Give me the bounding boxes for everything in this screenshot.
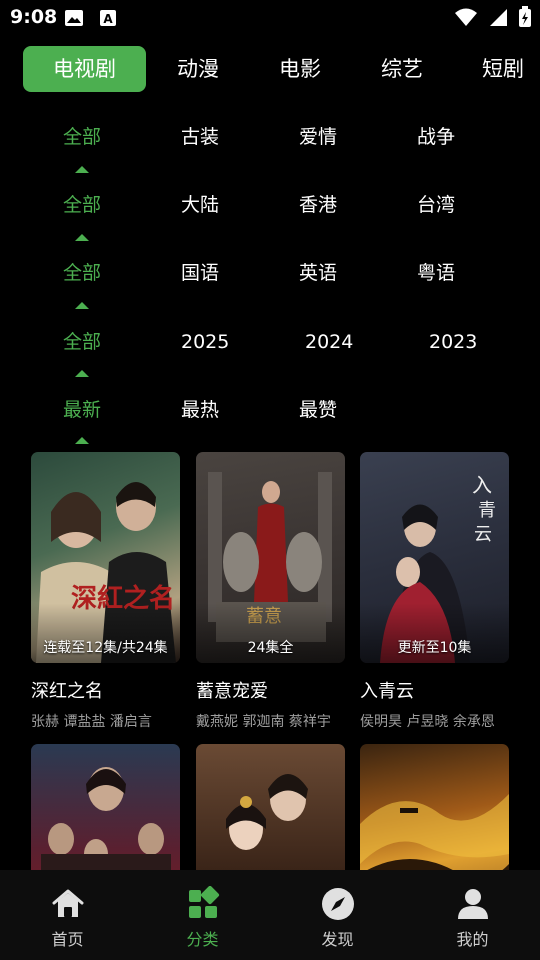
image-icon bbox=[65, 10, 83, 26]
filter-option[interactable]: 国语 bbox=[181, 256, 219, 290]
filter-option-selected[interactable]: 全部 bbox=[63, 256, 101, 290]
svg-text:云: 云 bbox=[474, 524, 492, 545]
tab-tv-series[interactable]: 电视剧 bbox=[23, 46, 146, 92]
filter-option[interactable]: 台湾 bbox=[417, 188, 455, 222]
filter-option[interactable]: 最赞 bbox=[299, 393, 337, 427]
card-title: 蓄意宠爱 bbox=[196, 681, 268, 702]
status-time: 9:08 bbox=[10, 6, 58, 28]
card-title: 入青云 bbox=[360, 681, 414, 702]
drama-card[interactable]: 蓄意 24集全 蓄意宠爱 戴燕妮 郭迦南 蔡祥宇 bbox=[196, 452, 345, 731]
tab-short-drama[interactable]: 短剧 bbox=[476, 46, 540, 92]
card-cast: 侯明昊 卢昱晓 余承恩 bbox=[360, 714, 495, 730]
filter-option-selected[interactable]: 最新 bbox=[63, 393, 101, 427]
nav-home[interactable]: 首页 bbox=[0, 870, 135, 960]
svg-text:入: 入 bbox=[472, 473, 492, 497]
filter-option[interactable]: 最热 bbox=[181, 393, 219, 427]
tab-movies[interactable]: 电影 bbox=[272, 46, 328, 92]
text-a-icon: A bbox=[100, 10, 116, 26]
episode-badge: 更新至10集 bbox=[397, 640, 472, 656]
tab-variety[interactable]: 综艺 bbox=[374, 46, 430, 92]
filter-option[interactable]: 爱情 bbox=[299, 120, 337, 154]
category-tabs: 电视剧 动漫 电影 综艺 短剧 bbox=[0, 46, 540, 94]
card-cast: 戴燕妮 郭迦南 蔡祥宇 bbox=[196, 714, 331, 730]
svg-text:A: A bbox=[103, 12, 113, 26]
compass-icon bbox=[321, 888, 354, 920]
filter-row-sort: 最新 最热 最赞 bbox=[0, 393, 540, 461]
poster-image: 深紅之名 连载至12集/共24集 bbox=[31, 452, 180, 663]
poster-image: 入 青 云 更新至10集 bbox=[360, 452, 509, 663]
tab-anime[interactable]: 动漫 bbox=[170, 46, 226, 92]
card-cast: 张赫 谭盐盐 潘启言 bbox=[31, 714, 152, 730]
home-icon bbox=[52, 889, 83, 917]
filter-option[interactable]: 大陆 bbox=[181, 188, 219, 222]
episode-badge: 24集全 bbox=[247, 640, 294, 656]
filter-row-language: 全部 国语 英语 粤语 bbox=[0, 256, 540, 324]
status-bar: 9:08 A bbox=[0, 0, 540, 36]
filter-row-year: 全部 2025 2024 2023 bbox=[0, 325, 540, 393]
selected-indicator-icon bbox=[75, 302, 89, 309]
filter-option[interactable]: 古装 bbox=[181, 120, 219, 154]
drama-card[interactable]: 入 青 云 更新至10集 入青云 侯明昊 卢昱晓 余承恩 bbox=[360, 452, 509, 731]
filter-option[interactable]: 香港 bbox=[299, 188, 337, 222]
selected-indicator-icon bbox=[75, 370, 89, 377]
person-icon bbox=[457, 889, 488, 919]
nav-label: 我的 bbox=[456, 930, 489, 949]
filter-option[interactable]: 2024 bbox=[305, 325, 353, 359]
nav-category[interactable]: 分类 bbox=[135, 870, 270, 960]
poster-image: 蓄意 24集全 bbox=[196, 452, 345, 663]
filter-row-region: 全部 大陆 香港 台湾 bbox=[0, 188, 540, 256]
bottom-nav: 首页 分类 发现 我的 bbox=[0, 870, 540, 960]
selected-indicator-icon bbox=[75, 234, 89, 241]
filter-option-selected[interactable]: 全部 bbox=[63, 120, 101, 154]
episode-badge: 连载至12集/共24集 bbox=[43, 640, 168, 656]
filter-option[interactable]: 粤语 bbox=[417, 256, 455, 290]
filter-option-selected[interactable]: 全部 bbox=[63, 188, 101, 222]
filter-option[interactable]: 英语 bbox=[299, 256, 337, 290]
svg-text:青: 青 bbox=[478, 500, 496, 521]
filter-option[interactable]: 战争 bbox=[417, 120, 455, 154]
battery-icon bbox=[519, 6, 531, 27]
nav-label: 首页 bbox=[51, 930, 84, 949]
card-title: 深红之名 bbox=[31, 681, 103, 702]
nav-discover[interactable]: 发现 bbox=[270, 870, 405, 960]
filter-row-genre: 全部 古装 爱情 战争 bbox=[0, 120, 540, 188]
filter-option[interactable]: 2025 bbox=[181, 325, 229, 359]
selected-indicator-icon bbox=[75, 437, 89, 444]
nav-label: 发现 bbox=[321, 930, 354, 949]
nav-profile[interactable]: 我的 bbox=[405, 870, 540, 960]
signal-icon bbox=[490, 9, 507, 26]
drama-card[interactable]: 深紅之名 连载至12集/共24集 深红之名 张赫 谭盐盐 潘启言 bbox=[31, 452, 180, 731]
category-grid-icon bbox=[188, 886, 219, 918]
filter-option-selected[interactable]: 全部 bbox=[63, 325, 101, 359]
selected-indicator-icon bbox=[75, 166, 89, 173]
filter-option[interactable]: 2023 bbox=[429, 325, 477, 359]
nav-label: 分类 bbox=[186, 930, 219, 949]
wifi-icon bbox=[455, 8, 477, 26]
